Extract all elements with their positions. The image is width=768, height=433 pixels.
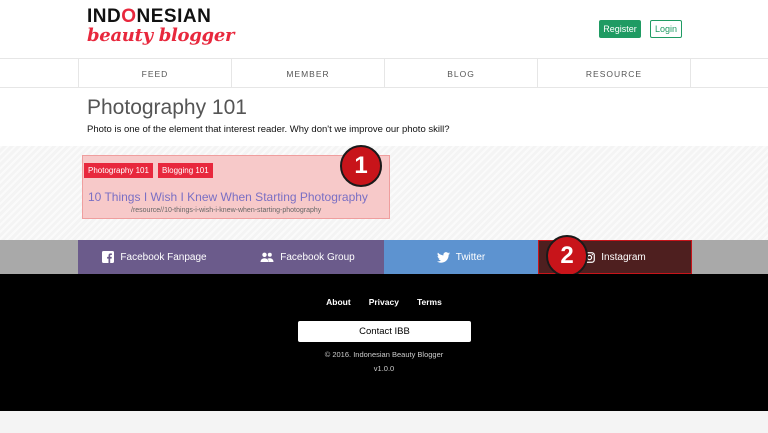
facebook-group-button[interactable]: Facebook Group	[231, 240, 384, 274]
register-button[interactable]: Register	[599, 20, 641, 38]
footer-link-terms[interactable]: Terms	[417, 297, 442, 307]
footer-link-about[interactable]: About	[326, 297, 351, 307]
nav-item-feed[interactable]: FEED	[79, 59, 232, 88]
main-nav: FEED MEMBER BLOG RESOURCE	[0, 58, 768, 88]
annotation-marker-1: 1	[340, 145, 382, 187]
page-title: Photography 101	[87, 96, 247, 119]
instagram-label: Instagram	[601, 251, 646, 263]
tag-blogging-101[interactable]: Blogging 101	[158, 163, 213, 178]
resource-url: /resource//10-things-i-wish-i-knew-when-…	[131, 207, 322, 214]
resource-list: Photography 101 Blogging 101 10 Things I…	[0, 145, 768, 240]
bottom-strip	[0, 411, 768, 433]
nav-item-blog[interactable]: BLOG	[385, 59, 538, 88]
footer-links: About Privacy Terms	[0, 297, 768, 307]
annotation-marker-2: 2	[546, 235, 588, 277]
login-button[interactable]: Login	[650, 20, 682, 38]
resource-title-link[interactable]: 10 Things I Wish I Knew When Starting Ph…	[88, 190, 368, 204]
logo-wordmark: INDONESIAN	[87, 6, 212, 27]
copyright-text: © 2016. Indonesian Beauty Blogger	[324, 350, 444, 359]
logo-tagline: beauty blogger	[87, 25, 235, 46]
footer-link-privacy[interactable]: Privacy	[369, 297, 399, 307]
group-icon	[260, 252, 274, 262]
nav-item-resource[interactable]: RESOURCE	[538, 59, 690, 88]
twitter-button[interactable]: Twitter	[384, 240, 538, 274]
site-logo[interactable]: INDONESIAN beauty blogger	[87, 7, 234, 45]
facebook-icon	[102, 251, 115, 263]
twitter-icon	[436, 251, 450, 263]
footer: About Privacy Terms Contact IBB © 2016. …	[0, 274, 768, 411]
facebook-fanpage-label: Facebook Fanpage	[120, 251, 207, 263]
header: INDONESIAN beauty blogger Register Login	[0, 0, 768, 58]
facebook-group-label: Facebook Group	[280, 251, 355, 263]
nav-item-member[interactable]: MEMBER	[232, 59, 385, 88]
social-bar: Facebook Fanpage Facebook Group Twitter …	[78, 240, 692, 274]
twitter-label: Twitter	[455, 251, 486, 263]
facebook-fanpage-button[interactable]: Facebook Fanpage	[78, 240, 231, 274]
version-text: v1.0.0	[373, 364, 395, 373]
contact-button[interactable]: Contact IBB	[298, 321, 471, 342]
page-description: Photo is one of the element that interes…	[87, 124, 450, 135]
tag-photography-101[interactable]: Photography 101	[84, 163, 153, 178]
page: INDONESIAN beauty blogger Register Login…	[0, 0, 768, 433]
